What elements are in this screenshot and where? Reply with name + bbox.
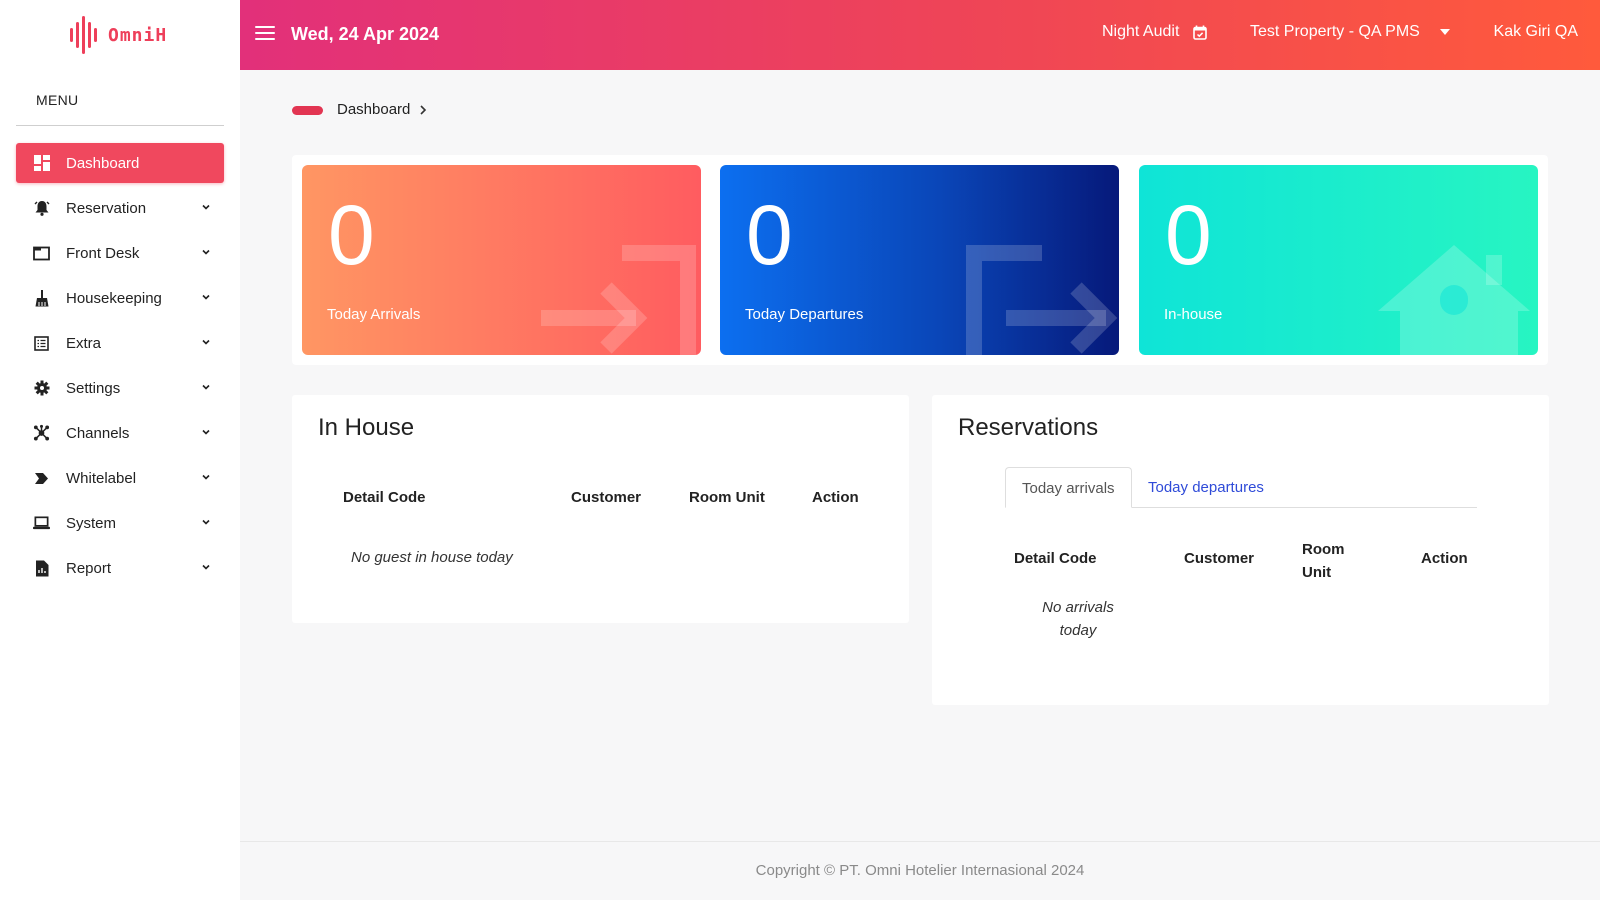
current-date: Wed, 24 Apr 2024: [291, 24, 440, 44]
column-header: Customer: [1184, 550, 1255, 567]
stat-label: In-house: [1164, 306, 1223, 323]
arrival-arrow-icon: [541, 245, 696, 355]
sidebar-item-system[interactable]: System: [16, 503, 224, 543]
stat-label: Today Departures: [745, 306, 864, 323]
logo-text: OmniH: [108, 24, 168, 46]
chevron-right-icon: [420, 105, 427, 115]
menu-title: MENU: [36, 92, 79, 108]
sidebar-item-label: Extra: [66, 334, 102, 352]
empty-state-message: No guest in house today: [351, 549, 513, 566]
stat-value: 0: [746, 188, 793, 282]
sidebar-item-whitelabel[interactable]: Whitelabel: [16, 458, 224, 498]
dashboard-icon: [33, 155, 50, 172]
stats-section: 0 Today Arrivals 0 Today Departures 0 In…: [292, 155, 1548, 365]
laptop-icon: [33, 515, 50, 532]
sidebar-item-label: Channels: [66, 424, 130, 442]
sidebar: OmniH MENU Dashboard Reservation Front D…: [0, 0, 240, 900]
house-icon: [1378, 245, 1530, 355]
column-header: Detail Code: [343, 489, 426, 506]
sidebar-item-report[interactable]: Report: [16, 548, 224, 588]
stat-card-departures[interactable]: 0 Today Departures: [720, 165, 1119, 355]
app-logo[interactable]: OmniH: [70, 16, 167, 54]
empty-state-message: No arrivals today: [1042, 599, 1114, 639]
chevron-down-icon: [202, 429, 210, 435]
gear-icon: [33, 380, 50, 397]
stat-label: Today Arrivals: [327, 306, 421, 323]
sidebar-item-label: Housekeeping: [66, 289, 162, 307]
window-icon: [33, 245, 50, 262]
sidebar-item-front-desk[interactable]: Front Desk: [16, 233, 224, 273]
chevron-down-icon: [202, 384, 210, 390]
sidebar-item-channels[interactable]: Channels: [16, 413, 224, 453]
column-header: Action: [1421, 550, 1468, 567]
reservations-panel: Reservations Today arrivals Today depart…: [932, 395, 1549, 705]
column-header: Room Unit: [1302, 541, 1345, 581]
chevron-down-icon: [202, 204, 210, 210]
in-house-panel: In House Detail Code Customer Room Unit …: [292, 395, 909, 623]
sidebar-item-reservation[interactable]: Reservation: [16, 188, 224, 228]
property-name: Test Property - QA PMS: [1250, 23, 1420, 40]
sidebar-menu: Dashboard Reservation Front Desk Houseke…: [16, 143, 224, 593]
stat-value: 0: [1165, 188, 1212, 282]
caret-down-icon: [1439, 29, 1450, 35]
sidebar-item-label: Front Desk: [66, 244, 140, 262]
breadcrumb-indicator: [292, 106, 323, 115]
sidebar-item-label: Whitelabel: [66, 469, 137, 487]
footer-divider: [240, 841, 1600, 842]
departure-arrow-icon: [966, 245, 1118, 355]
bell-icon: [33, 200, 50, 217]
sidebar-item-extra[interactable]: Extra: [16, 323, 224, 363]
column-header: Room Unit: [689, 489, 765, 506]
chevron-down-icon: [202, 294, 210, 300]
report-icon: [33, 560, 50, 577]
chevron-down-icon: [202, 474, 210, 480]
sidebar-item-label: System: [66, 514, 117, 532]
network-icon: [33, 424, 50, 442]
reservation-tabs: Today arrivals Today departures: [1005, 467, 1477, 508]
panel-title: In House: [318, 414, 415, 441]
night-audit-label: Night Audit: [1102, 23, 1180, 40]
footer-copyright: Copyright © PT. Omni Hotelier Internasio…: [755, 862, 1085, 879]
stat-value: 0: [328, 188, 375, 282]
panel-title: Reservations: [958, 414, 1099, 441]
stat-card-arrivals[interactable]: 0 Today Arrivals: [302, 165, 701, 355]
tab-today-departures[interactable]: Today departures: [1132, 467, 1280, 508]
hamburger-menu-icon[interactable]: [255, 26, 275, 42]
sidebar-item-label: Dashboard: [66, 154, 140, 172]
property-selector[interactable]: Test Property - QA PMS: [1250, 23, 1450, 41]
sidebar-item-label: Report: [66, 559, 112, 577]
logo-icon: [70, 16, 97, 54]
tag-icon: [33, 470, 50, 487]
column-header: Detail Code: [1014, 550, 1097, 567]
chevron-down-icon: [202, 339, 210, 345]
night-audit-button[interactable]: Night Audit: [1102, 23, 1208, 41]
calendar-check-icon: [1193, 25, 1208, 40]
sidebar-item-label: Settings: [66, 379, 121, 397]
column-header: Customer: [571, 489, 642, 506]
sidebar-item-settings[interactable]: Settings: [16, 368, 224, 408]
column-header: Action: [812, 489, 859, 506]
list-icon: [33, 335, 50, 352]
top-header: Wed, 24 Apr 2024 Night Audit Test Proper…: [240, 0, 1600, 70]
tab-today-arrivals[interactable]: Today arrivals: [1005, 467, 1132, 508]
menu-divider: [16, 125, 224, 126]
breadcrumb-dashboard[interactable]: Dashboard: [337, 101, 410, 118]
chevron-down-icon: [202, 519, 210, 525]
user-menu[interactable]: Kak Giri QA: [1494, 23, 1578, 41]
sidebar-item-housekeeping[interactable]: Housekeeping: [16, 278, 224, 318]
chevron-down-icon: [202, 249, 210, 255]
sidebar-item-dashboard[interactable]: Dashboard: [16, 143, 224, 183]
sidebar-item-label: Reservation: [66, 199, 147, 217]
broom-icon: [33, 289, 50, 307]
chevron-down-icon: [202, 564, 210, 570]
stat-card-in-house[interactable]: 0 In-house: [1139, 165, 1538, 355]
